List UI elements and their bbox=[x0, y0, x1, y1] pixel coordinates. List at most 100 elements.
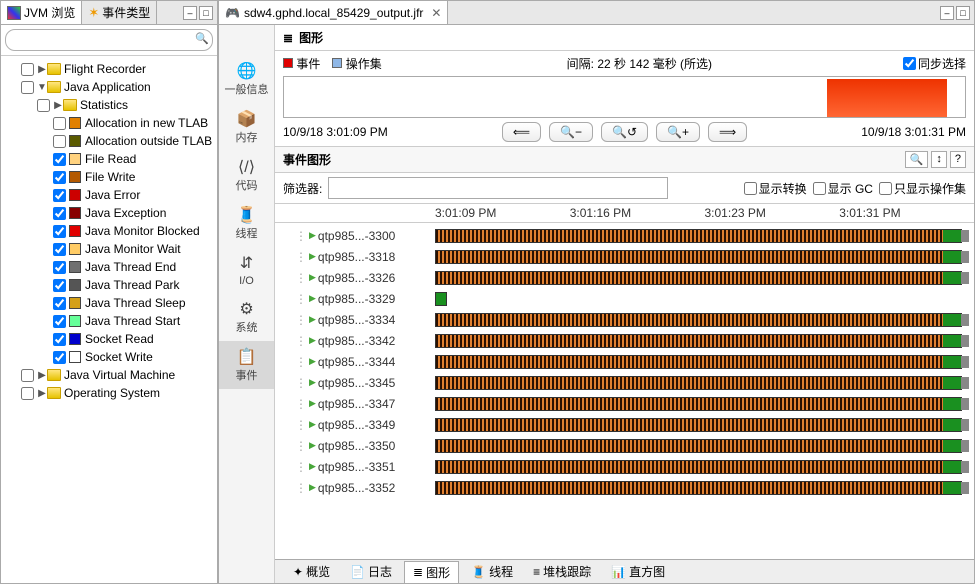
thread-timeline-bar[interactable] bbox=[435, 250, 962, 264]
tree-checkbox[interactable] bbox=[21, 369, 34, 382]
tree-item[interactable]: ▶Flight Recorder bbox=[1, 60, 217, 78]
sync-selection-checkbox[interactable]: 同步选择 bbox=[903, 55, 966, 72]
thread-timeline-bar[interactable] bbox=[435, 460, 962, 474]
tree-checkbox[interactable] bbox=[53, 171, 66, 184]
thread-timeline-bar[interactable] bbox=[435, 334, 962, 348]
graph-option-checkbox[interactable]: 显示 GC bbox=[813, 180, 873, 197]
thread-row[interactable]: ⋮▶qtp985...-3349 bbox=[295, 414, 974, 435]
tree-checkbox[interactable] bbox=[53, 315, 66, 328]
maximize-button[interactable]: □ bbox=[956, 6, 970, 20]
tree-item[interactable]: Java Exception bbox=[1, 204, 217, 222]
bottom-tab[interactable]: 📄日志 bbox=[342, 561, 400, 582]
bottom-tab[interactable]: ≣图形 bbox=[404, 561, 459, 583]
tree-item[interactable]: Allocation outside TLAB bbox=[1, 132, 217, 150]
expand-arrow[interactable]: ▶ bbox=[53, 100, 63, 111]
thread-row[interactable]: ⋮▶qtp985...-3347 bbox=[295, 393, 974, 414]
tree-item[interactable]: Java Thread Park bbox=[1, 276, 217, 294]
thread-row[interactable]: ⋮▶qtp985...-3350 bbox=[295, 435, 974, 456]
tree-item[interactable]: Java Thread End bbox=[1, 258, 217, 276]
tree-item[interactable]: File Read bbox=[1, 150, 217, 168]
tree-checkbox[interactable] bbox=[53, 351, 66, 364]
bottom-tab[interactable]: 🧵线程 bbox=[463, 561, 521, 582]
expand-arrow[interactable]: ▼ bbox=[37, 82, 47, 93]
tree-checkbox[interactable] bbox=[37, 99, 50, 112]
thread-row[interactable]: ⋮▶qtp985...-3329 bbox=[295, 288, 974, 309]
search-input[interactable] bbox=[5, 29, 213, 51]
editor-tab[interactable]: 🎮 sdw4.gphd.local_85429_output.jfr ✕ bbox=[219, 1, 448, 24]
tree-item[interactable]: ▶Operating System bbox=[1, 384, 217, 402]
thread-timeline-bar[interactable] bbox=[435, 271, 962, 285]
tree-item[interactable]: ▶Java Virtual Machine bbox=[1, 366, 217, 384]
thread-timeline-bar[interactable] bbox=[435, 397, 962, 411]
tree-checkbox[interactable] bbox=[21, 63, 34, 76]
thread-row[interactable]: ⋮▶qtp985...-3334 bbox=[295, 309, 974, 330]
thread-chart[interactable]: ⋮▶qtp985...-3300⋮▶qtp985...-3318⋮▶qtp985… bbox=[275, 223, 974, 559]
tree-checkbox[interactable] bbox=[21, 387, 34, 400]
tree-checkbox[interactable] bbox=[53, 243, 66, 256]
overview-timeline[interactable] bbox=[283, 76, 966, 118]
sidenav-item[interactable]: ⇵I/O bbox=[219, 247, 274, 293]
thread-timeline-bar[interactable] bbox=[435, 439, 962, 453]
tree-item[interactable]: Java Error bbox=[1, 186, 217, 204]
expand-arrow[interactable]: ▶ bbox=[37, 370, 47, 381]
sidenav-item[interactable]: ⚙系统 bbox=[219, 293, 274, 341]
tree-checkbox[interactable] bbox=[21, 81, 34, 94]
close-tab-button[interactable]: ✕ bbox=[431, 6, 441, 20]
timeline-nav-button[interactable]: ⟸ bbox=[502, 122, 541, 142]
thread-row[interactable]: ⋮▶qtp985...-3342 bbox=[295, 330, 974, 351]
timeline-nav-button[interactable]: ⟹ bbox=[708, 122, 747, 142]
thread-row[interactable]: ⋮▶qtp985...-3318 bbox=[295, 246, 974, 267]
filter-input[interactable] bbox=[328, 177, 668, 199]
expand-arrow[interactable]: ▶ bbox=[37, 64, 47, 75]
thread-row[interactable]: ⋮▶qtp985...-3344 bbox=[295, 351, 974, 372]
tree-item[interactable]: ▶Statistics bbox=[1, 96, 217, 114]
thread-timeline-bar[interactable] bbox=[435, 418, 962, 432]
thread-timeline-bar[interactable] bbox=[435, 229, 962, 243]
sidenav-item[interactable]: 📋事件 bbox=[219, 341, 274, 389]
tree-checkbox[interactable] bbox=[53, 153, 66, 166]
thread-row[interactable]: ⋮▶qtp985...-3351 bbox=[295, 456, 974, 477]
tree-item[interactable]: File Write bbox=[1, 168, 217, 186]
tree-item[interactable]: Java Monitor Blocked bbox=[1, 222, 217, 240]
tree-item[interactable]: Allocation in new TLAB bbox=[1, 114, 217, 132]
tree-checkbox[interactable] bbox=[53, 207, 66, 220]
timeline-nav-button[interactable]: 🔍+ bbox=[656, 122, 700, 142]
tree-item[interactable]: Java Monitor Wait bbox=[1, 240, 217, 258]
minimize-button[interactable]: – bbox=[940, 6, 954, 20]
sidenav-item[interactable]: 📦内存 bbox=[219, 103, 274, 151]
bottom-tab[interactable]: ≡堆栈跟踪 bbox=[525, 561, 599, 582]
tree-item[interactable]: Java Thread Sleep bbox=[1, 294, 217, 312]
tab-jvm-browser[interactable]: JVM 浏览 bbox=[1, 1, 82, 24]
thread-timeline-bar[interactable] bbox=[435, 313, 962, 327]
tree-checkbox[interactable] bbox=[53, 279, 66, 292]
thread-timeline-bar[interactable] bbox=[435, 481, 962, 495]
tree-item[interactable]: Java Thread Start bbox=[1, 312, 217, 330]
tree-item[interactable]: Socket Read bbox=[1, 330, 217, 348]
tree-checkbox[interactable] bbox=[53, 333, 66, 346]
graph-option-checkbox[interactable]: 只显示操作集 bbox=[879, 180, 966, 197]
thread-row[interactable]: ⋮▶qtp985...-3326 bbox=[295, 267, 974, 288]
sidenav-item[interactable]: ⟨/⟩代码 bbox=[219, 151, 274, 199]
bottom-tab[interactable]: ✦概览 bbox=[285, 561, 338, 582]
tree-checkbox[interactable] bbox=[53, 261, 66, 274]
thread-row[interactable]: ⋮▶qtp985...-3352 bbox=[295, 477, 974, 498]
tree-checkbox[interactable] bbox=[53, 297, 66, 310]
graph-option-checkbox[interactable]: 显示转换 bbox=[744, 180, 807, 197]
timeline-nav-button[interactable]: 🔍↺ bbox=[601, 122, 648, 142]
thread-timeline-bar[interactable] bbox=[435, 376, 962, 390]
tree-checkbox[interactable] bbox=[53, 189, 66, 202]
timeline-nav-button[interactable]: 🔍− bbox=[549, 122, 593, 142]
maximize-button[interactable]: □ bbox=[199, 6, 213, 20]
help-button[interactable]: ? bbox=[950, 151, 966, 168]
sidenav-item[interactable]: 🌐一般信息 bbox=[219, 55, 274, 103]
expand-arrow[interactable]: ▶ bbox=[37, 388, 47, 399]
zoom-tool-button[interactable]: 🔍 bbox=[905, 151, 929, 168]
thread-timeline-bar[interactable] bbox=[435, 355, 962, 369]
tree-item[interactable]: ▼Java Application bbox=[1, 78, 217, 96]
minimize-button[interactable]: – bbox=[183, 6, 197, 20]
thread-timeline-bar[interactable] bbox=[435, 292, 447, 306]
bottom-tab[interactable]: 📊直方图 bbox=[603, 561, 673, 582]
tree-checkbox[interactable] bbox=[53, 117, 66, 130]
tree-checkbox[interactable] bbox=[53, 135, 66, 148]
sidenav-item[interactable]: 🧵线程 bbox=[219, 199, 274, 247]
